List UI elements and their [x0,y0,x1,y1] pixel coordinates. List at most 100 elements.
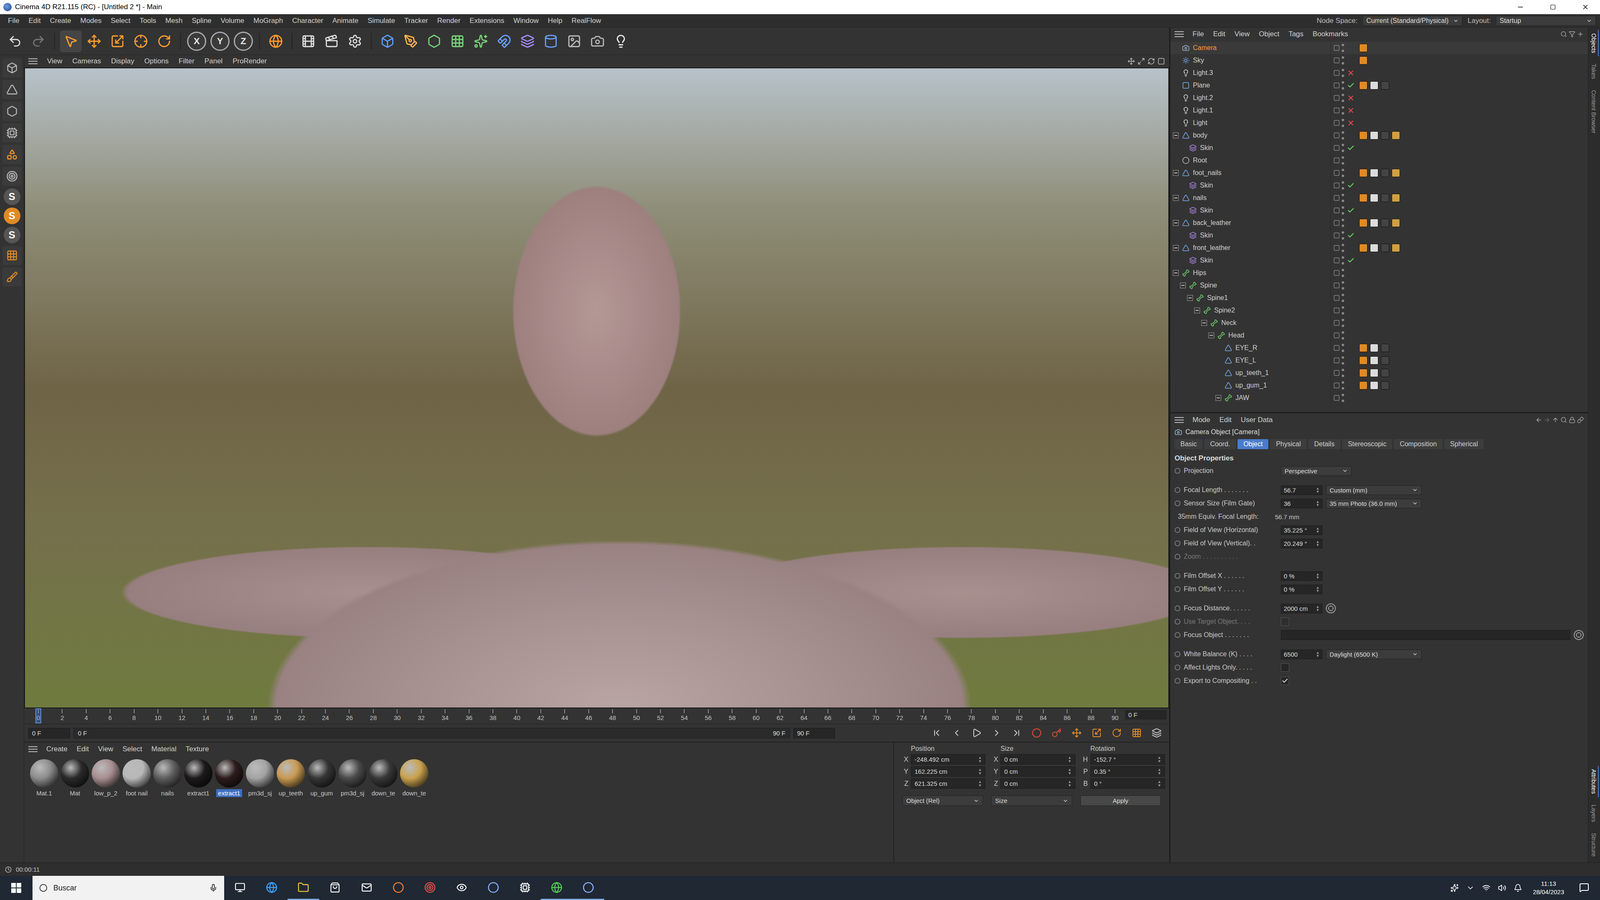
material-item[interactable]: up_gum [306,759,337,798]
layer-icon[interactable] [1333,294,1340,302]
mode-icon[interactable] [2,80,22,100]
layer-icon[interactable] [1333,107,1340,114]
visibility-icon[interactable] [1341,243,1345,253]
viewport-menu-item[interactable]: View [43,55,67,67]
mode-icon[interactable] [2,101,22,121]
material-item[interactable]: down_te [399,759,430,798]
collapse-icon[interactable] [1194,307,1200,314]
tag-icon[interactable] [1380,243,1390,253]
layer-icon[interactable] [1333,119,1340,127]
layer-icon[interactable] [1333,182,1340,189]
menu-item[interactable]: Help [544,15,567,27]
collapse-icon[interactable] [1172,245,1179,251]
position-field[interactable]: -248.492 cm▲▼ [910,754,986,765]
keyframe-icon[interactable] [1174,527,1181,533]
layer-icon[interactable] [1333,307,1340,314]
picker-icon[interactable] [1573,630,1584,640]
number-field[interactable]: 56.7▲▼ [1280,485,1323,495]
attribute-tab[interactable]: Composition [1393,439,1443,450]
material-item[interactable]: pm3d_sj [337,759,368,798]
visibility-icon[interactable] [1341,118,1345,128]
number-field[interactable]: 20.249 °▲▼ [1280,538,1323,549]
collapse-icon[interactable] [1180,282,1186,289]
object-row[interactable]: Spine1 [1170,291,1588,305]
picker-icon[interactable] [1325,603,1336,614]
preset-dropdown[interactable]: 35 mm Photo (36.0 mm) [1325,498,1422,509]
checkbox[interactable] [1280,676,1290,685]
visibility-icon[interactable] [1341,281,1345,290]
tag-icon[interactable] [1370,193,1379,203]
tool-icon[interactable] [446,30,469,53]
visibility-icon[interactable] [1341,206,1345,215]
app-icon[interactable] [509,875,541,900]
viewport-menu-item[interactable]: Options [140,55,173,67]
layer-icon[interactable] [1333,232,1340,239]
tag-icon[interactable] [1380,368,1390,378]
layer-icon[interactable] [1333,194,1340,202]
attribute-tab[interactable]: Details [1308,439,1341,450]
visibility-icon[interactable] [1341,106,1345,115]
key-channel-icon[interactable] [1128,724,1145,742]
autokey-icon[interactable] [1048,724,1065,742]
object-menu-item[interactable]: View [1230,28,1254,40]
edge-icon[interactable] [255,875,288,900]
object-row[interactable]: EYE_L [1170,354,1588,367]
menu-icon[interactable] [28,58,38,65]
collapse-icon[interactable] [1172,195,1179,201]
keyframe-icon[interactable] [1174,677,1181,684]
number-field[interactable]: 36▲▼ [1280,498,1323,509]
playback-icon[interactable] [988,724,1005,742]
number-field[interactable]: 2000 cm▲▼ [1280,603,1323,614]
object-row[interactable]: Plane [1170,79,1588,92]
tool-icon[interactable] [320,30,343,53]
object-row[interactable]: up_teeth_1 [1170,366,1588,380]
playhead[interactable] [35,708,42,724]
layer-icon[interactable] [1333,319,1340,327]
visibility-icon[interactable] [1341,143,1345,153]
attribute-tab[interactable]: Coord. [1204,439,1236,450]
layer-icon[interactable] [1333,244,1340,252]
snap-button[interactable]: S [3,207,21,225]
rotation-field[interactable]: 0 °▲▼ [1090,778,1165,789]
side-tab[interactable]: Layers [1589,801,1599,826]
keyframe-icon[interactable] [1174,605,1181,612]
tool-icon[interactable] [60,30,82,53]
attribute-tab[interactable]: Physical [1270,439,1307,450]
disabled-icon[interactable] [1346,68,1355,78]
chrome-icon[interactable] [540,875,573,900]
back-icon[interactable] [1535,416,1543,424]
tag-icon[interactable] [1370,168,1379,178]
visibility-icon[interactable] [1341,331,1345,340]
material-item[interactable]: extract1 [183,759,214,798]
mail-icon[interactable] [350,875,383,900]
object-menu-item[interactable]: Edit [1209,28,1229,40]
orbit-icon[interactable] [1147,57,1155,65]
lock-icon[interactable] [1568,416,1576,424]
attribute-menu-item[interactable]: Mode [1188,414,1215,426]
object-row[interactable]: up_gum_1 [1170,379,1588,392]
menu-item[interactable]: RealFlow [567,15,605,27]
layout-dropdown[interactable]: Startup [1495,15,1596,26]
layer-icon[interactable] [1333,57,1340,64]
tool-icon[interactable] [153,30,175,53]
search-icon[interactable] [1560,30,1568,38]
projection-dropdown[interactable]: Perspective [1280,466,1352,476]
menu-item[interactable]: Window [509,15,543,27]
object-row[interactable]: Skin [1170,179,1588,192]
collapse-icon[interactable] [1172,132,1179,139]
coordinate-mode-dropdown[interactable]: Object (Rel) [902,795,983,806]
object-row[interactable]: Head [1170,329,1588,342]
collapse-icon[interactable] [1201,320,1208,326]
axis-lock-button[interactable]: Z [233,31,253,51]
collapse-icon[interactable] [1172,270,1179,276]
material-menu-item[interactable]: Create [42,743,72,755]
tool-icon[interactable] [586,30,609,53]
menu-item[interactable]: Volume [217,15,249,27]
tag-icon[interactable] [1359,343,1368,353]
layer-icon[interactable] [1333,382,1340,389]
link-icon[interactable] [1577,416,1584,424]
visibility-icon[interactable] [1341,231,1345,240]
tray-app-icon[interactable] [1450,883,1459,893]
side-tab[interactable]: Content Browser [1589,86,1599,137]
material-item[interactable]: up_teeth [275,759,306,798]
